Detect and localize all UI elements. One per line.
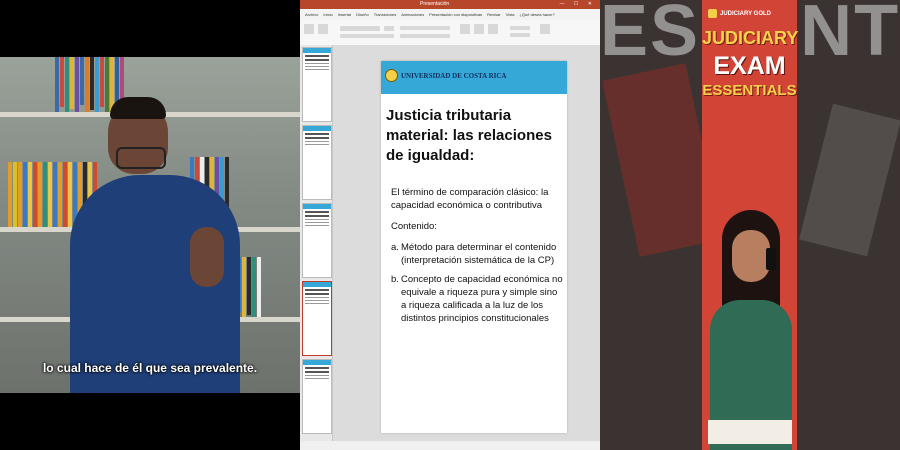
ad-decoration [799, 103, 900, 257]
person-hair [110, 97, 166, 119]
tab-diseno[interactable]: Diseño [356, 12, 368, 17]
quick-styles-icon[interactable] [488, 24, 498, 34]
brand-icon [708, 9, 717, 18]
logo-text: UNIVERSIDAD DE COSTA RICA [401, 71, 507, 80]
window-title: Presentación [420, 1, 450, 7]
title-bar: Presentación — ☐ ✕ [300, 0, 600, 9]
tab-presentacion[interactable]: Presentación con diapositivas [429, 12, 482, 17]
brand-logo: JUDICIARY GOLD [708, 9, 771, 18]
book [708, 420, 792, 444]
status-bar [300, 441, 600, 450]
ad-headline-2: EXAM [713, 52, 786, 80]
slide-thumbnail-active[interactable] [302, 281, 332, 356]
slide-body[interactable]: El término de comparación clásico: la ca… [391, 186, 563, 331]
paste-icon[interactable] [304, 24, 314, 34]
slide-thumbnail[interactable] [302, 47, 332, 122]
brand-name: JUDICIARY GOLD [720, 10, 772, 17]
shapes-icon[interactable] [460, 24, 470, 34]
slide-canvas: UNIVERSIDAD DE COSTA RICA Justicia tribu… [333, 45, 600, 441]
video-frame[interactable] [0, 57, 300, 393]
list-item-text: Concepto de capacidad económica no equiv… [401, 274, 563, 324]
person-hand [190, 227, 224, 287]
list-item: a. Método para determinar el contenido (… [391, 241, 563, 267]
list-marker: a. [391, 242, 399, 253]
ribbon-tabs: Archivo Inicio Insertar Diseño Transiciones A… [300, 9, 600, 20]
ad-card[interactable]: JUDICIARY GOLD JUDICIARY EXAM ESSENTIALS [702, 0, 799, 450]
find-button[interactable] [510, 26, 530, 30]
tab-inicio[interactable]: Inicio [323, 12, 332, 17]
phone-icon [766, 248, 776, 270]
tab-revisar[interactable]: Revisar [487, 12, 501, 17]
slide-thumbnail[interactable] [302, 203, 332, 278]
tab-transiciones[interactable]: Transiciones [374, 12, 397, 17]
new-slide-icon[interactable] [318, 24, 328, 34]
slide-intro: El término de comparación clásico: la ca… [391, 187, 549, 211]
slide[interactable]: UNIVERSIDAD DE COSTA RICA Justicia tribu… [381, 61, 567, 433]
font-format-buttons[interactable] [340, 34, 394, 38]
alignment-buttons[interactable] [400, 34, 450, 38]
window-controls[interactable]: — ☐ ✕ [560, 0, 596, 9]
seal-icon [385, 69, 398, 82]
ad-panel[interactable]: ESSENTIALS JUDICIARY GOLD JUDICIARY EXAM… [600, 0, 900, 450]
model-face [732, 230, 770, 282]
video-panel: lo cual hace de él que sea prevalente. [0, 0, 300, 450]
font-size-select[interactable] [384, 26, 394, 31]
video-subtitle: lo cual hace de él que sea prevalente. [42, 361, 258, 375]
slide-thumbnail[interactable] [302, 359, 332, 434]
slide-thumbnails-pane[interactable] [300, 45, 333, 441]
list-marker: b. [391, 274, 399, 285]
contenido-label: Contenido: [391, 221, 437, 232]
slide-title[interactable]: Justicia tributaria material: las relaci… [386, 106, 564, 166]
list-item-text: Método para determinar el contenido (int… [401, 242, 557, 266]
ad-headline-3: ESSENTIALS [702, 82, 797, 99]
ribbon [300, 20, 600, 46]
list-item: b. Concepto de capacidad económica no eq… [391, 273, 563, 325]
arrange-icon[interactable] [474, 24, 484, 34]
tab-vista[interactable]: Vista [506, 12, 515, 17]
tab-archivo[interactable]: Archivo [305, 12, 318, 17]
font-family-select[interactable] [340, 26, 380, 31]
tell-me-search[interactable]: ¿Qué desea hacer? [519, 12, 554, 17]
slide-header-bar: UNIVERSIDAD DE COSTA RICA [381, 61, 567, 94]
dictate-icon[interactable] [540, 24, 550, 34]
glasses [116, 147, 166, 169]
tab-insertar[interactable]: Insertar [338, 12, 352, 17]
ad-headline-1: JUDICIARY [702, 28, 799, 48]
powerpoint-window: Presentación — ☐ ✕ Archivo Inicio Insertar… [300, 0, 600, 450]
tab-animaciones[interactable]: Animaciones [401, 12, 424, 17]
university-logo: UNIVERSIDAD DE COSTA RICA [385, 69, 506, 82]
slide-thumbnail[interactable] [302, 125, 332, 200]
replace-button[interactable] [510, 33, 530, 37]
paragraph-buttons[interactable] [400, 26, 450, 30]
